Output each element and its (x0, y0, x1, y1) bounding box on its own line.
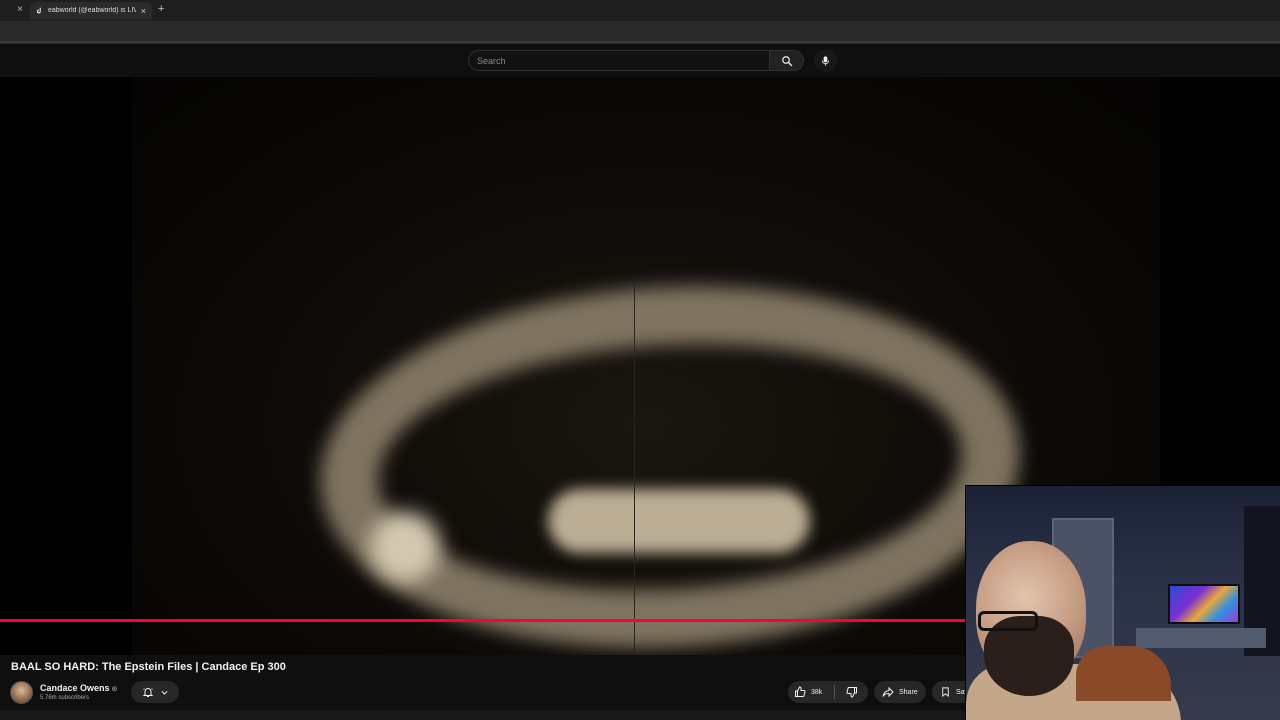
search-icon (781, 55, 792, 66)
video-scanline (634, 282, 635, 655)
voice-search-button[interactable] (814, 49, 837, 72)
channel-avatar[interactable] (10, 681, 33, 704)
browser-address-bar[interactable] (0, 21, 1280, 45)
subscriber-count: 5.76m subscribers (40, 695, 90, 701)
webcam-person-collar (1076, 646, 1171, 701)
webcam-background-cabinet (1136, 628, 1266, 648)
bookmark-icon (942, 687, 949, 698)
webcam-background-tv (1168, 584, 1240, 624)
dislike-button[interactable] (835, 681, 868, 703)
tab-close-icon[interactable]: × (141, 6, 146, 16)
thumbs-up-icon (795, 686, 806, 697)
tab-title: eabworld (@eabworld) is LIVE (48, 7, 136, 14)
chevron-down-icon (161, 690, 167, 695)
progress-bar-fill (0, 619, 967, 622)
address-bar-divider (0, 41, 1280, 43)
bell-icon (142, 688, 153, 697)
webcam-overlay (965, 485, 1280, 720)
search-button[interactable] (770, 50, 804, 71)
notification-bell-button[interactable] (131, 681, 179, 703)
like-dislike-group: 38k (788, 681, 868, 703)
tiktok-icon (36, 7, 41, 14)
share-button[interactable]: Share (874, 681, 926, 703)
search-input[interactable] (477, 55, 761, 66)
video-content-highlight (370, 512, 440, 582)
video-content-pill (548, 489, 810, 553)
microphone-icon (821, 55, 830, 66)
channel-name-link[interactable]: Candace Owens ⊙ (40, 683, 117, 693)
like-button[interactable]: 38k (788, 681, 834, 703)
channel-name: Candace Owens (40, 683, 110, 693)
thumbs-down-icon (845, 687, 857, 698)
search-box (468, 50, 770, 71)
verified-badge-icon: ⊙ (111, 686, 118, 693)
screen: { "browser": { "tab": { "title": "eabwor… (0, 0, 1280, 720)
webcam-person-glasses (978, 611, 1038, 631)
video-content-ring (311, 268, 1029, 655)
channel-row: Candace Owens ⊙ 5.76m subscribers 38k Sh… (10, 681, 980, 705)
previous-tab-close-icon[interactable]: × (17, 4, 23, 15)
share-label: Share (899, 688, 918, 696)
new-tab-button[interactable]: + (158, 3, 164, 15)
share-icon (882, 686, 894, 698)
site-header (0, 45, 1280, 77)
video-title: BAAL SO HARD: The Epstein Files | Candac… (11, 661, 286, 673)
like-count: 38k (811, 688, 823, 696)
browser-tab-bar: × eabworld (@eabworld) is LIVE × + (0, 0, 1280, 21)
browser-tab-active[interactable]: eabworld (@eabworld) is LIVE × (30, 2, 152, 19)
